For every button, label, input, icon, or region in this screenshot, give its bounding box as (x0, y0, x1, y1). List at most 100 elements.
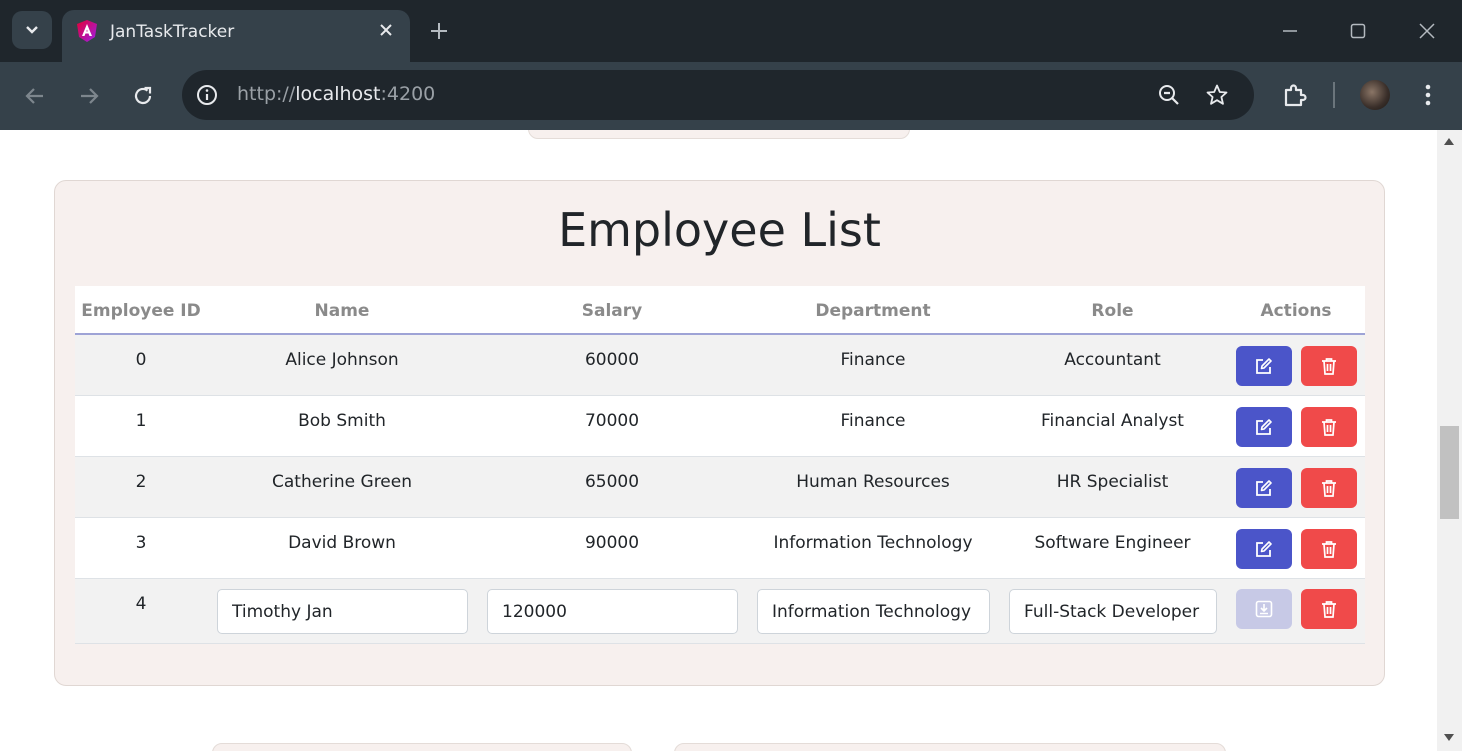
cell-department: Human Resources (796, 472, 950, 492)
more-vertical-icon (1425, 84, 1431, 106)
close-icon (380, 24, 392, 36)
cell-role: Software Engineer (1034, 533, 1191, 553)
cell-department: Finance (840, 350, 906, 370)
delete-button[interactable] (1301, 346, 1357, 386)
scroll-down-arrow-icon[interactable] (1444, 734, 1454, 741)
chevron-down-icon (26, 26, 38, 34)
site-info-button[interactable] (194, 82, 220, 108)
save-button[interactable] (1236, 589, 1292, 629)
cell-role: Financial Analyst (1041, 411, 1184, 431)
previous-section-card (528, 130, 910, 139)
new-tab-button[interactable] (424, 16, 454, 46)
delete-button[interactable] (1301, 589, 1357, 629)
delete-button[interactable] (1301, 529, 1357, 569)
page-viewport: Employee List Employee ID Name Salary De… (0, 130, 1437, 751)
next-section-card (674, 743, 1226, 751)
cell-department: Information Technology (773, 533, 973, 553)
table-row: 2 Catherine Green 65000 Human Resources … (75, 457, 1365, 518)
trash-icon (1322, 601, 1336, 618)
cell-id: 2 (135, 472, 147, 492)
name-input[interactable] (217, 589, 468, 634)
edit-button[interactable] (1236, 346, 1292, 386)
trash-icon (1322, 480, 1336, 497)
delete-button[interactable] (1301, 407, 1357, 447)
delete-button[interactable] (1301, 468, 1357, 508)
arrow-right-icon (81, 88, 99, 104)
column-header-role: Role (1091, 301, 1134, 321)
edit-button[interactable] (1236, 529, 1292, 569)
cell-role: HR Specialist (1056, 472, 1169, 492)
trash-icon (1322, 541, 1336, 558)
cell-salary: 60000 (584, 350, 640, 370)
forward-button[interactable] (71, 78, 107, 114)
department-input[interactable] (757, 589, 990, 634)
star-icon (1206, 84, 1228, 105)
angular-logo-icon (77, 20, 97, 42)
cell-role: Accountant (1064, 350, 1161, 370)
cell-name: Catherine Green (271, 472, 413, 492)
minimize-icon (1283, 30, 1297, 32)
puzzle-icon (1284, 84, 1307, 107)
reload-button[interactable] (125, 78, 161, 114)
maximize-button[interactable] (1341, 14, 1375, 48)
cell-name: Bob Smith (298, 411, 386, 431)
scroll-up-arrow-icon[interactable] (1444, 138, 1454, 145)
trash-icon (1322, 419, 1336, 436)
edit-icon (1256, 480, 1272, 496)
cell-id: 1 (135, 411, 147, 431)
table-row: 1 Bob Smith 70000 Finance Financial Anal… (75, 396, 1365, 457)
browser-menu-button[interactable] (1411, 78, 1445, 112)
save-icon (1255, 600, 1273, 618)
close-window-button[interactable] (1410, 14, 1444, 48)
next-section-card (212, 743, 632, 751)
info-icon (197, 85, 217, 105)
browser-tab[interactable]: JanTaskTracker (62, 10, 410, 62)
edit-icon (1256, 419, 1272, 435)
tab-search-button[interactable] (12, 11, 52, 49)
cell-name: David Brown (288, 533, 396, 553)
trash-icon (1322, 358, 1336, 375)
page-title: Employee List (558, 203, 881, 257)
table-row-editing: 4 (75, 579, 1365, 644)
arrow-left-icon (25, 88, 43, 104)
address-bar[interactable]: http://localhost:4200 (182, 70, 1254, 120)
role-input[interactable] (1009, 589, 1217, 634)
plus-icon (431, 23, 447, 39)
column-header-salary: Salary (581, 301, 643, 321)
scrollbar-thumb[interactable] (1440, 426, 1459, 519)
page-scrollbar[interactable] (1437, 130, 1462, 751)
edit-button[interactable] (1236, 407, 1292, 447)
column-header-actions: Actions (1260, 301, 1332, 321)
browser-toolbar: http://localhost:4200 (0, 62, 1462, 130)
column-header-id: Employee ID (81, 301, 201, 321)
column-header-department: Department (815, 301, 931, 321)
table-row: 0 Alice Johnson 60000 Finance Accountant (75, 335, 1365, 396)
cell-salary: 70000 (584, 411, 640, 431)
zoom-out-icon (1159, 85, 1179, 105)
extensions-button[interactable] (1277, 78, 1311, 112)
toolbar-divider (1333, 82, 1335, 108)
column-header-name: Name (314, 301, 370, 321)
table-row: 3 David Brown 90000 Information Technolo… (75, 518, 1365, 579)
edit-icon (1256, 541, 1272, 557)
back-button[interactable] (17, 78, 53, 114)
maximize-icon (1350, 23, 1366, 39)
tab-title: JanTaskTracker (110, 22, 235, 42)
tab-close-button[interactable] (374, 18, 398, 42)
profile-avatar[interactable] (1360, 80, 1390, 110)
edit-button[interactable] (1236, 468, 1292, 508)
cell-salary: 90000 (584, 533, 640, 553)
cell-salary: 65000 (584, 472, 640, 492)
minimize-button[interactable] (1273, 14, 1307, 48)
url-text: http://localhost:4200 (237, 83, 436, 105)
cell-id: 3 (135, 533, 147, 553)
employee-list-card: Employee List Employee ID Name Salary De… (54, 180, 1385, 686)
employee-table: Employee ID Name Salary Department Role … (75, 286, 1365, 644)
reload-icon (134, 86, 152, 105)
cell-id: 0 (135, 350, 147, 370)
zoom-button[interactable] (1156, 82, 1182, 108)
bookmark-button[interactable] (1204, 82, 1230, 108)
close-icon (1419, 23, 1435, 39)
cell-id: 4 (135, 594, 147, 614)
salary-input[interactable] (487, 589, 738, 634)
